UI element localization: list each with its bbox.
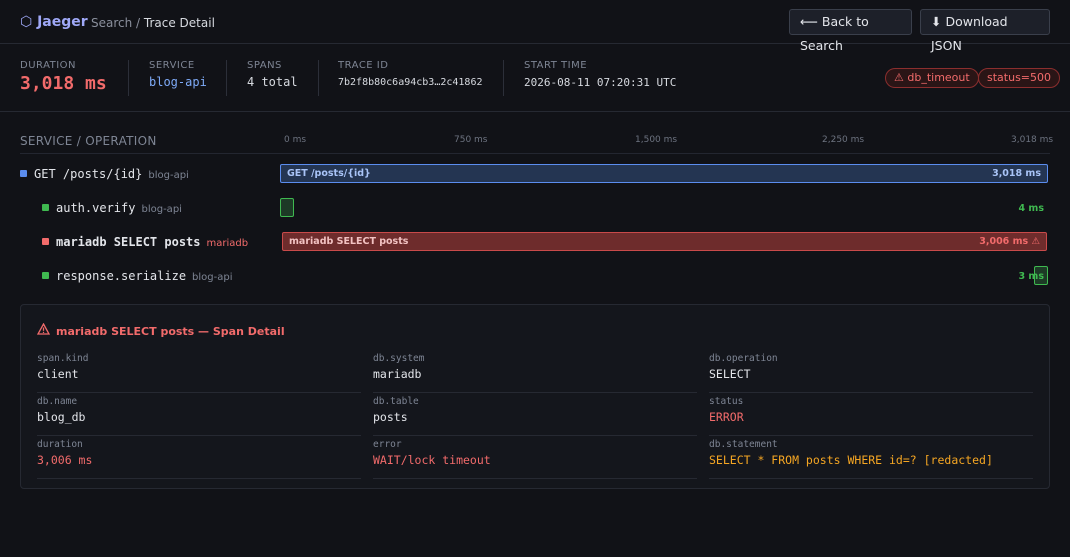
service-color-dot <box>42 238 49 245</box>
span-duration: 4 ms <box>1018 203 1044 214</box>
breadcrumb-current: Trace Detail <box>143 16 215 30</box>
span-bar[interactable]: GET /posts/{id} 3,018 ms <box>280 164 1048 183</box>
attribute-error: error WAIT/lock timeout <box>373 439 697 479</box>
span-row[interactable]: GET /posts/{id} blog-api GET /posts/{id} … <box>0 157 1070 191</box>
divider <box>503 60 504 96</box>
attribute-value: mariadb <box>373 367 422 381</box>
attribute-key: db.operation <box>709 353 778 364</box>
divider <box>318 60 319 96</box>
span-operation: response.serialize blog-api <box>56 269 233 283</box>
span-service: blog-api <box>141 204 182 215</box>
span-operation-label: mariadb SELECT posts <box>56 235 201 249</box>
db-timeout-badge: ⚠ db_timeout <box>885 68 979 88</box>
attribute-value: SELECT <box>709 367 751 381</box>
attribute-status: status ERROR <box>709 396 1033 436</box>
service-value[interactable]: blog-api <box>149 75 207 89</box>
span-row[interactable]: mariadb SELECT posts mariadb mariadb SELE… <box>0 225 1070 259</box>
span-bar-label: mariadb SELECT posts <box>289 236 409 247</box>
attribute-db-table: db.table posts <box>373 396 697 436</box>
attribute-db-operation: db.operation SELECT <box>709 353 1033 393</box>
attribute-key: db.name <box>37 396 78 407</box>
attribute-db-name: db.name blog_db <box>37 396 361 436</box>
span-row[interactable]: auth.verify blog-api 4 ms <box>0 191 1070 225</box>
service-stat: SERVICE blog-api <box>149 60 207 89</box>
warning-icon <box>36 322 51 338</box>
service-color-dot <box>20 170 27 177</box>
attribute-db-statement: db.statement SELECT * FROM posts WHERE i… <box>709 439 1033 479</box>
tick-label: 2,250 ms <box>822 135 865 145</box>
breadcrumb-separator: / <box>132 16 144 30</box>
trace-id-value[interactable]: 7b2f8b80c6a94cb3…2c41862 <box>338 77 483 88</box>
span-row[interactable]: response.serialize blog-api 3 ms <box>0 259 1070 293</box>
trace-id-label: TRACE ID <box>338 60 389 71</box>
span-operation-label: GET /posts/{id} <box>34 167 143 181</box>
attribute-key: db.system <box>373 353 425 364</box>
spans-label: SPANS <box>247 60 282 71</box>
duration-value: 3,018 ms <box>20 73 107 94</box>
start-time-label: START TIME <box>524 60 588 71</box>
span-detail-panel: mariadb SELECT posts — Span Detail span.… <box>20 304 1050 489</box>
attribute-duration: duration 3,006 ms <box>37 439 361 479</box>
spans-value: 4 total <box>247 75 298 89</box>
tick-label: 750 ms <box>454 135 488 145</box>
span-service: mariadb <box>206 238 249 249</box>
jaeger-logo[interactable]: ⬡ Jaeger <box>20 14 88 30</box>
span-service: blog-api <box>192 272 233 283</box>
download-json-button[interactable]: ⬇ Download JSON <box>920 9 1050 53</box>
tick-label: 1,500 ms <box>635 135 678 145</box>
span-duration: 3,006 ms ⚠ <box>979 236 1040 247</box>
duration-label: DURATION <box>20 60 77 71</box>
attribute-key: error <box>373 439 402 450</box>
start-time-value: 2026-08-11 07:20:31 UTC <box>524 76 677 89</box>
span-bar-label: GET /posts/{id} <box>287 168 371 179</box>
span-bar[interactable]: mariadb SELECT posts 3,006 ms ⚠ <box>282 232 1047 251</box>
span-duration: 3,018 ms <box>992 168 1041 179</box>
service-color-dot <box>42 272 49 279</box>
attribute-value: client <box>37 367 79 381</box>
span-operation-label: response.serialize <box>56 269 187 283</box>
breadcrumb: Search / Trace Detail <box>91 16 215 30</box>
divider <box>128 60 129 96</box>
span-operation: GET /posts/{id} blog-api <box>34 167 189 181</box>
breadcrumb-search-link[interactable]: Search <box>91 16 132 30</box>
span-detail-title: mariadb SELECT posts — Span Detail <box>36 322 285 338</box>
attribute-value: blog_db <box>37 410 86 424</box>
attribute-value: SELECT * FROM posts WHERE id=? [redacted… <box>709 453 993 467</box>
start-time-stat: START TIME 2026-08-11 07:20:31 UTC <box>524 60 676 89</box>
attribute-key: status <box>709 396 744 407</box>
span-service: blog-api <box>148 170 189 181</box>
tick-label: 3,018 ms <box>1011 135 1054 145</box>
span-operation: auth.verify blog-api <box>56 201 182 215</box>
span-detail-title-text: mariadb SELECT posts — Span Detail <box>56 325 285 338</box>
attribute-key: span.kind <box>37 353 89 364</box>
top-bar: ⬡ Jaeger Search / Trace Detail ⟵ Back to… <box>0 0 1070 53</box>
attribute-value: 3,006 ms <box>37 453 93 467</box>
header-divider <box>20 153 1050 154</box>
attribute-value: WAIT/lock timeout <box>373 453 491 467</box>
span-duration: 3 ms <box>1018 271 1044 282</box>
trace-id-stat: TRACE ID 7b2f8b80c6a94cb3…2c41862 <box>338 60 483 88</box>
back-to-search-button[interactable]: ⟵ Back to Search <box>789 9 912 53</box>
spans-stat: SPANS 4 total <box>247 60 298 89</box>
span-operation: mariadb SELECT posts mariadb <box>56 235 248 249</box>
tick-label: 0 ms <box>284 135 307 145</box>
attribute-value: posts <box>373 410 408 424</box>
attribute-db-system: db.system mariadb <box>373 353 697 393</box>
service-color-dot <box>42 204 49 211</box>
divider <box>226 60 227 96</box>
column-header: SERVICE / OPERATION <box>20 134 157 148</box>
service-label: SERVICE <box>149 60 195 71</box>
attribute-value: ERROR <box>709 410 744 424</box>
trace-summary: DURATION 3,018 ms SERVICE blog-api SPANS… <box>0 44 1070 112</box>
span-bar[interactable] <box>280 198 294 217</box>
duration-stat: DURATION 3,018 ms <box>20 60 107 94</box>
span-operation-label: auth.verify <box>56 201 136 215</box>
attribute-key: db.table <box>373 396 419 407</box>
status-badge: status=500 <box>978 68 1061 88</box>
attribute-key: duration <box>37 439 83 450</box>
attribute-span-kind: span.kind client <box>37 353 361 393</box>
attribute-key: db.statement <box>709 439 778 450</box>
